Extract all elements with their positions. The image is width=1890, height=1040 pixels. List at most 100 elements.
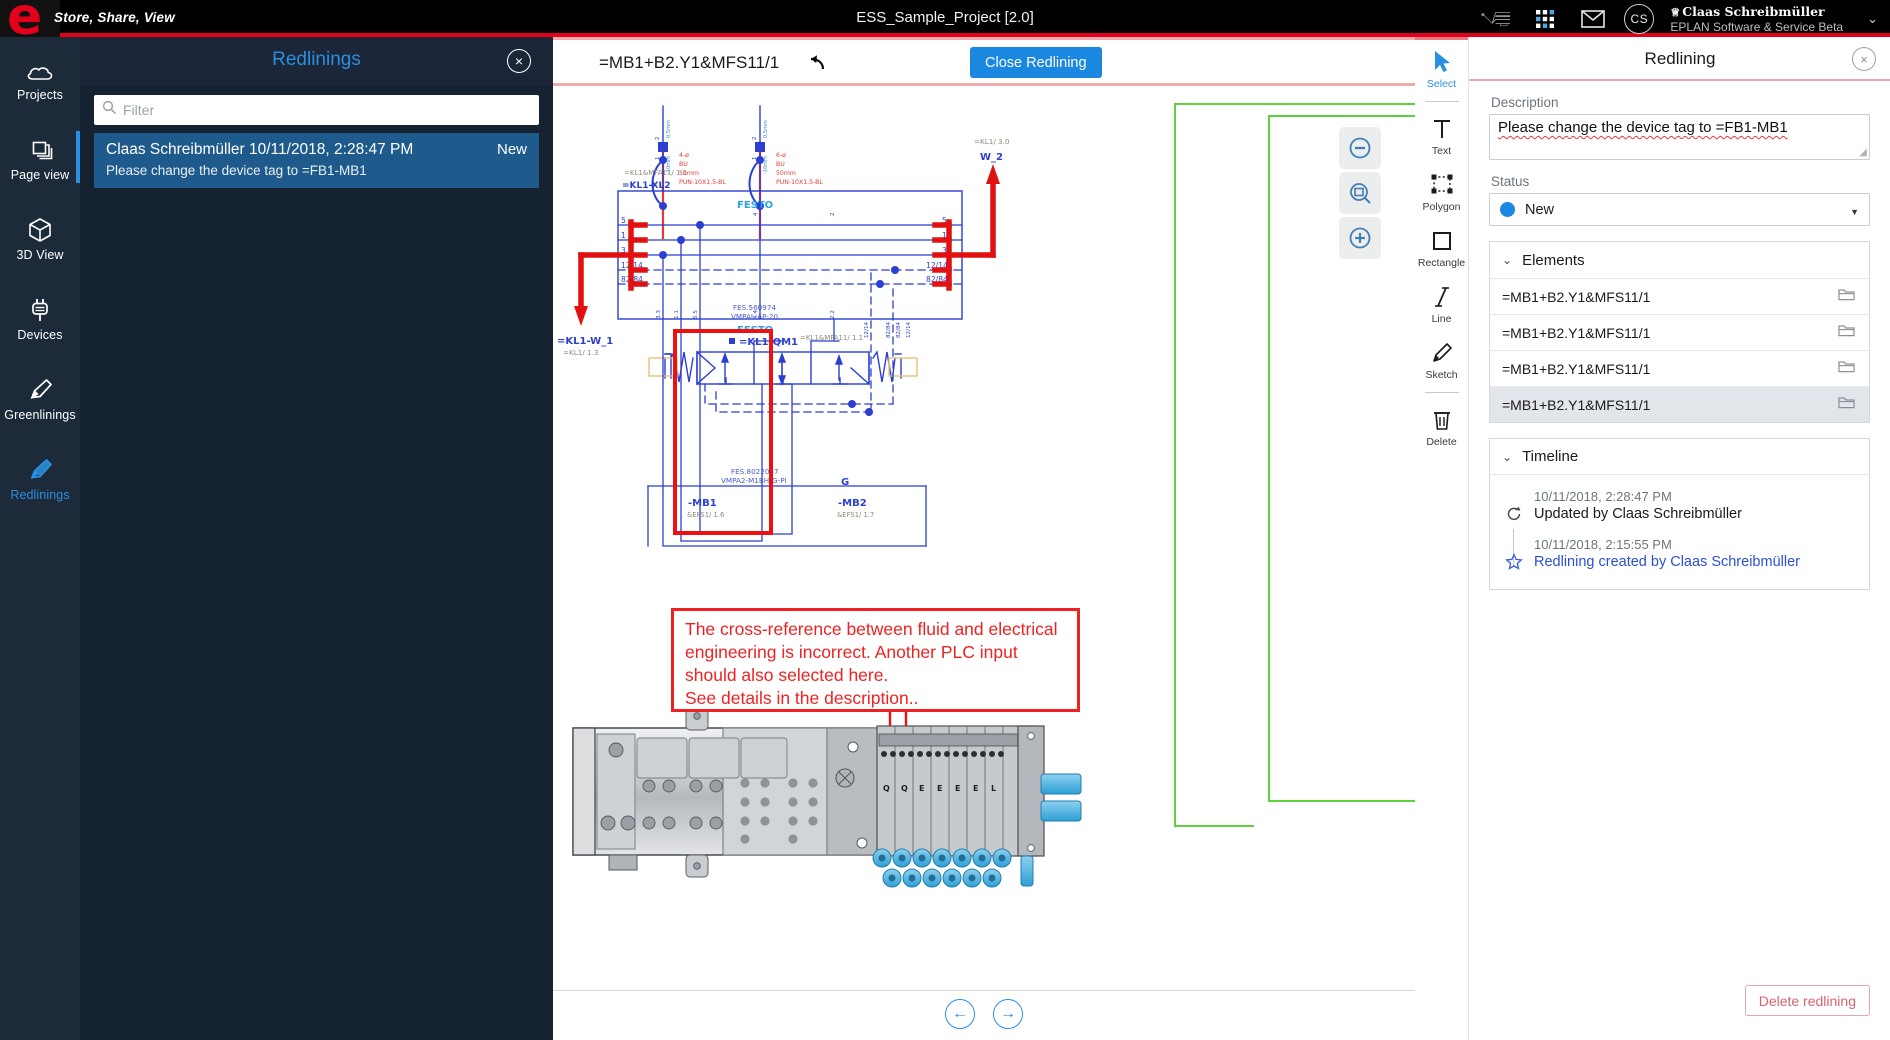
tool-select[interactable]: Select: [1415, 40, 1468, 96]
resize-grip-icon[interactable]: ◢: [1859, 147, 1867, 158]
line-icon: [1432, 284, 1452, 310]
refresh-icon: [1504, 489, 1524, 523]
element-row[interactable]: =MB1+B2.Y1&MFS11/1: [1490, 350, 1869, 386]
zoom-in-icon[interactable]: [1339, 217, 1381, 259]
element-row[interactable]: =MB1+B2.Y1&MFS11/1: [1490, 278, 1869, 314]
tool-label: Text: [1432, 145, 1451, 157]
folder-icon[interactable]: [1838, 323, 1855, 342]
svg-text:Q: Q: [901, 784, 908, 793]
drawing-canvas-area: =MB1+B2.Y1&MFS11/1 Close Redlining •••: [553, 37, 1415, 1040]
svg-text:=KL1/ 3.0: =KL1/ 3.0: [974, 137, 1010, 146]
tool-line[interactable]: Line: [1415, 275, 1468, 331]
valve-tag: =KL1-QM1: [739, 337, 798, 348]
tool-label: Rectangle: [1418, 257, 1465, 269]
tool-sketch[interactable]: Sketch: [1415, 331, 1468, 387]
mail-icon[interactable]: [1576, 2, 1610, 36]
chevron-down-icon: ⌄: [1502, 450, 1512, 464]
status-badge: New: [485, 141, 527, 158]
svg-text:50mm: 50mm: [776, 170, 796, 177]
marker-pen-icon: [26, 453, 54, 483]
svg-text:6-ø: 6-ø: [776, 152, 786, 159]
folder-icon[interactable]: [1838, 287, 1855, 306]
device-3d-image: QQEE EEL: [573, 706, 1081, 887]
sidebar-item-label: Redlinings: [10, 488, 69, 502]
next-page-button[interactable]: →: [993, 999, 1023, 1029]
delete-redlining-button[interactable]: Delete redlining: [1745, 985, 1870, 1016]
detail-panel-header: Redlining ×: [1469, 37, 1890, 81]
redline-text-annotation[interactable]: The cross-reference between fluid and el…: [671, 608, 1080, 712]
svg-text:=KL1&MFA11/ 1.1: =KL1&MFA11/ 1.1: [624, 169, 687, 177]
sidebar-item-label: Projects: [17, 88, 63, 102]
element-row[interactable]: =MB1+B2.Y1&MFS11/1: [1490, 314, 1869, 350]
pencil-icon: [1430, 340, 1454, 366]
sidebar-item-page-view[interactable]: Page view: [0, 117, 80, 197]
tool-label: Select: [1427, 78, 1456, 90]
filter-area: [80, 85, 553, 133]
zoom-out-icon[interactable]: [1339, 127, 1381, 169]
redlinings-panel: Redlinings × Claas Schreibmüller 10/11/2…: [80, 37, 553, 1040]
polygon-icon: [1430, 172, 1454, 198]
schematic-drawing: 2 1 2 1 0,5mm -10mm 0,5mm -10mm 4-øBU 50…: [553, 86, 1415, 1037]
svg-text:&EFS1/ 1.6: &EFS1/ 1.6: [687, 511, 724, 519]
canvas-body[interactable]: 2 1 2 1 0,5mm -10mm 0,5mm -10mm 4-øBU 50…: [553, 86, 1415, 1037]
timeline-header[interactable]: ⌄ Timeline: [1490, 439, 1869, 475]
redlinings-panel-header: Redlinings ×: [80, 37, 553, 85]
elements-header[interactable]: ⌄ Elements: [1490, 242, 1869, 278]
network-icon[interactable]: [1480, 2, 1514, 36]
chevron-down-icon: ▼: [1850, 207, 1859, 217]
folder-icon[interactable]: [1838, 359, 1855, 378]
device-label-mb2: -MB2: [838, 498, 867, 509]
sidebar-item-redlinings[interactable]: Redlinings: [0, 437, 80, 517]
element-name: =MB1+B2.Y1&MFS11/1: [1502, 397, 1650, 413]
svg-text:0,5mm: 0,5mm: [763, 120, 769, 138]
sidebar-item-greenlinings[interactable]: Greenlinings: [0, 357, 80, 437]
festo-logo-top: FESTO: [737, 200, 773, 211]
tool-label: Line: [1432, 313, 1452, 325]
status-value: New: [1525, 202, 1554, 218]
redlining-list-item[interactable]: Claas Schreibmüller 10/11/2018, 2:28:47 …: [94, 133, 539, 188]
chevron-down-icon: ⌄: [1502, 253, 1512, 267]
svg-text:=KL1-W_1: =KL1-W_1: [557, 336, 613, 347]
filter-box[interactable]: [94, 95, 539, 125]
elements-title: Elements: [1522, 252, 1585, 269]
page-navigation: ← →: [553, 999, 1415, 1029]
zoom-fit-icon[interactable]: [1339, 172, 1381, 214]
undo-arrow-icon[interactable]: [800, 48, 834, 78]
sidebar-item-devices[interactable]: Devices: [0, 277, 80, 357]
status-color-dot: [1500, 202, 1515, 217]
close-icon[interactable]: ×: [507, 49, 531, 73]
svg-text:1: 1: [621, 231, 626, 240]
timeline-action: Updated by Claas Schreibmüller: [1534, 506, 1742, 522]
annotation-line-4: See details in the description..: [685, 687, 1066, 710]
element-row[interactable]: =MB1+B2.Y1&MFS11/1: [1490, 386, 1869, 422]
timeline-action[interactable]: Redlining created by Claas Schreibmüller: [1534, 554, 1800, 570]
description-field[interactable]: Please change the device tag to =FB1-MB1…: [1489, 114, 1870, 160]
user-name: ♕Claas Schreibmüller: [1670, 4, 1843, 19]
cloud-icon: [25, 53, 55, 83]
tool-text[interactable]: Text: [1415, 107, 1468, 163]
user-block[interactable]: ♕Claas Schreibmüller EPLAN Software & Se…: [1670, 4, 1843, 34]
avatar[interactable]: CS: [1624, 4, 1654, 34]
apps-grid-icon[interactable]: [1528, 2, 1562, 36]
status-dropdown[interactable]: New ▼: [1489, 193, 1870, 226]
tool-delete[interactable]: Delete: [1415, 398, 1468, 454]
left-nav-rail: Projects Page view 3D View: [0, 37, 80, 1040]
tool-polygon[interactable]: Polygon: [1415, 163, 1468, 219]
close-icon[interactable]: ×: [1852, 47, 1876, 71]
user-organization: EPLAN Software & Service Beta: [1670, 20, 1843, 34]
filter-input[interactable]: [123, 102, 531, 118]
marker-pen-icon: [26, 373, 54, 403]
header-icon-group: CS ♕Claas Schreibmüller EPLAN Software &…: [1480, 0, 1882, 37]
svg-text:1: 1: [655, 157, 661, 160]
prev-page-button[interactable]: ←: [945, 999, 975, 1029]
tool-rectangle[interactable]: Rectangle: [1415, 219, 1468, 275]
chevron-down-icon[interactable]: ⌄: [1867, 11, 1878, 27]
svg-text:0,5mm: 0,5mm: [666, 120, 672, 138]
close-redlining-button[interactable]: Close Redlining: [970, 47, 1102, 78]
search-icon: [102, 100, 117, 120]
page-title: =MB1+B2.Y1&MFS11/1: [599, 53, 779, 73]
svg-text:BU: BU: [776, 161, 785, 168]
sidebar-item-projects[interactable]: Projects: [0, 37, 80, 117]
folder-icon[interactable]: [1838, 395, 1855, 414]
sidebar-item-3d-view[interactable]: 3D View: [0, 197, 80, 277]
